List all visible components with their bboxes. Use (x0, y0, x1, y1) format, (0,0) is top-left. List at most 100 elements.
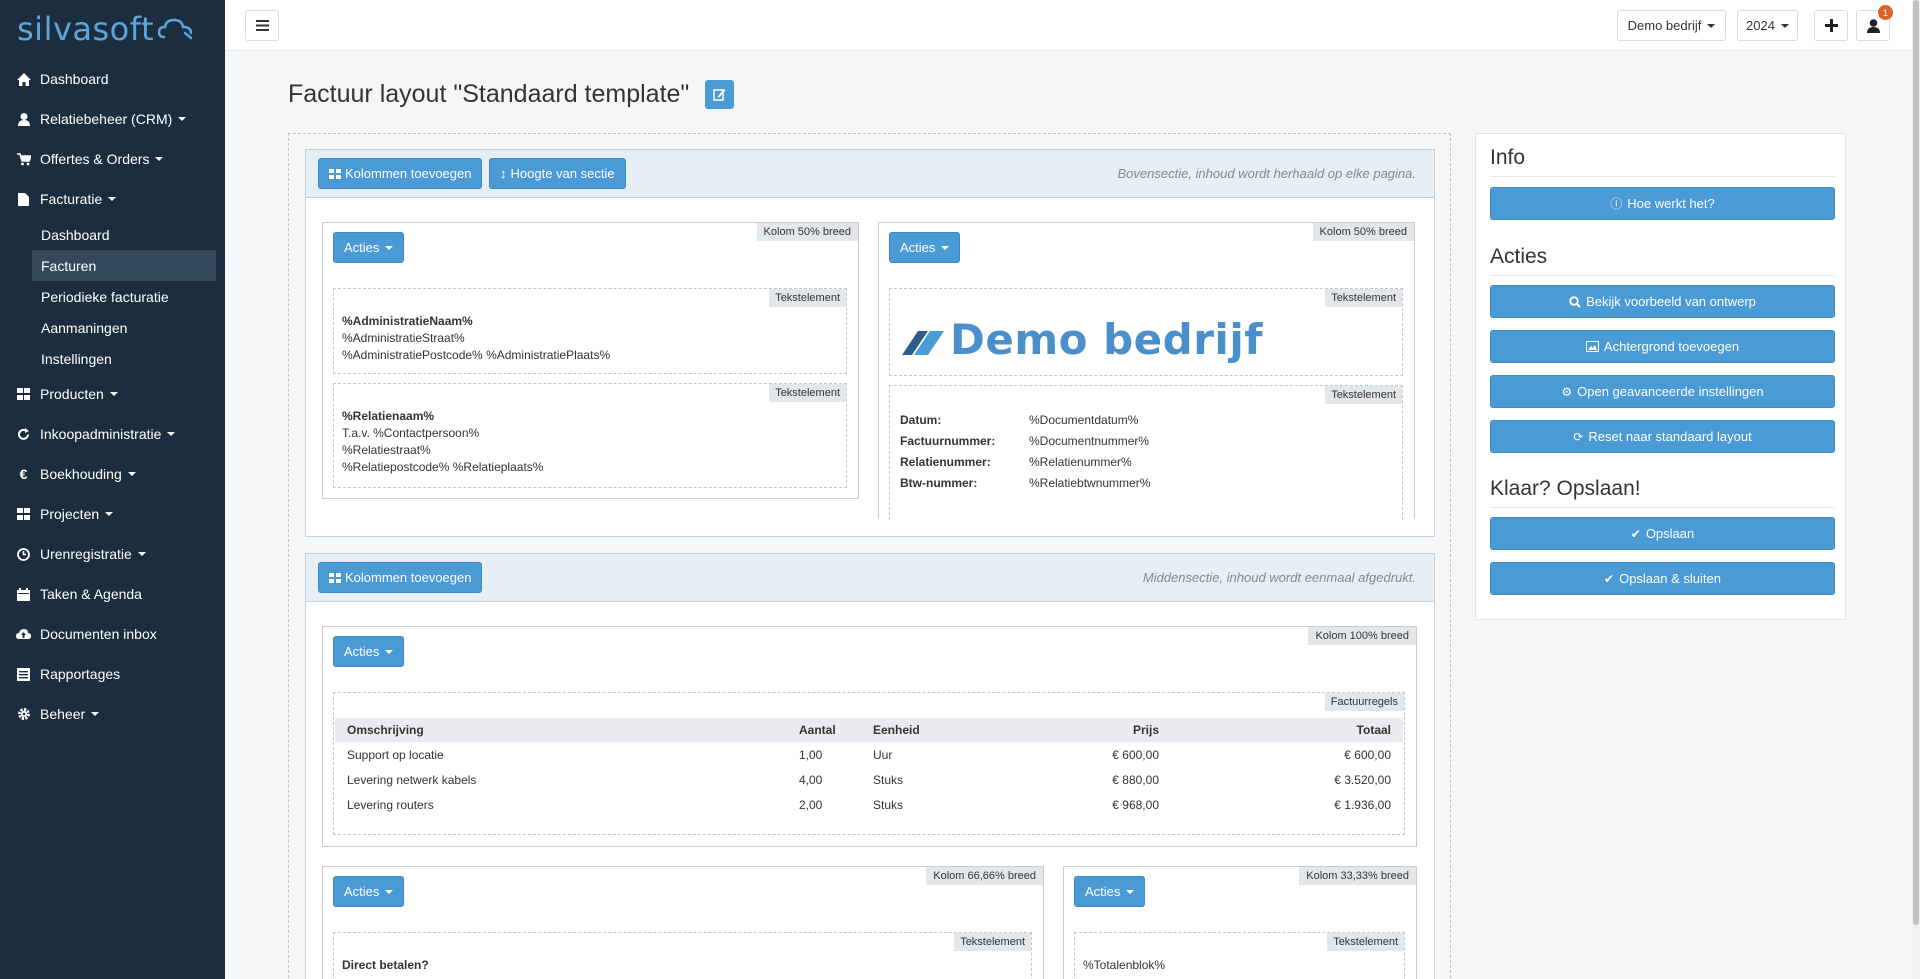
cloud-logo-icon (158, 18, 192, 40)
middle-section-header: Kolommen toevoegen Middensectie, inhoud … (306, 554, 1434, 602)
table-cell: 4,00 (799, 772, 823, 787)
edit-title-button[interactable] (705, 80, 735, 109)
gear-icon: ⚙ (1561, 384, 1573, 399)
sub-facturen[interactable]: Facturen (32, 250, 216, 281)
nav-producten[interactable]: Producten (0, 374, 225, 414)
chevron-down-icon (385, 245, 394, 250)
admin-name: %AdministratieNaam% (342, 314, 473, 328)
chevron-down-icon (1707, 23, 1716, 28)
company-logo: Demo bedrijf (902, 315, 1263, 364)
chevron-down-icon (137, 552, 146, 556)
search-icon (1569, 295, 1581, 308)
chevron-down-icon (105, 512, 114, 516)
nav-label: Relatiebeheer (CRM) (40, 111, 173, 127)
element-type-tag: Tekstelement (1325, 289, 1402, 307)
column-width-tag: Kolom 100% breed (1308, 627, 1416, 645)
col-header: Prijs (991, 718, 1171, 742)
text-element-admin[interactable]: Tekstelement %AdministratieNaam% %Admini… (333, 288, 847, 374)
user-icon (1866, 18, 1880, 33)
company-select[interactable]: Demo bedrijf (1617, 10, 1726, 41)
nav-crm[interactable]: Relatiebeheer (CRM) (0, 99, 225, 139)
home-icon (16, 72, 31, 87)
save-and-close-button[interactable]: ✔ Opslaan & sluiten (1490, 562, 1835, 595)
direct-pay-text: Direct betalen? (342, 958, 429, 972)
sub-periodieke-facturatie[interactable]: Periodieke facturatie (32, 281, 216, 312)
element-type-tag: Tekstelement (769, 289, 846, 307)
logo-element[interactable]: Tekstelement Demo bedrijf (889, 288, 1403, 376)
topbar: Demo bedrijf 2024 1 (225, 0, 1920, 51)
table-header-row: Omschrijving Aantal Eenheid Prijs Totaal (335, 718, 1403, 742)
chevron-down-icon (109, 392, 118, 396)
middle-section-note: Middensectie, inhoud wordt eenmaal afged… (1142, 570, 1416, 585)
add-columns-button[interactable]: Kolommen toevoegen (318, 158, 483, 189)
image-icon (1585, 341, 1599, 352)
actions-dropdown[interactable]: Acties (889, 232, 961, 263)
plus-icon (1824, 19, 1838, 32)
text-element-totals[interactable]: Tekstelement %Totalenblok% (1074, 932, 1405, 979)
table-cell: Uur (873, 747, 893, 762)
cart-icon (16, 152, 31, 167)
silvasoft-logo[interactable]: silvasoft (0, 0, 225, 58)
actions-dropdown[interactable]: Acties (333, 232, 405, 263)
text-element-relation[interactable]: Tekstelement %Relatienaam% T.a.v. %Conta… (333, 383, 847, 488)
relation-postcode-city: %Relatiepostcode% %Relatieplaats% (342, 460, 544, 474)
table-row: Support op locatie 1,00 Uur € 600,00 € 6… (335, 742, 1403, 767)
doc-field-row: Datum: %Documentdatum% (900, 412, 1300, 433)
nav-label: Beheer (40, 706, 86, 722)
chevron-down-icon (108, 197, 117, 201)
nav-offertes[interactable]: Offertes & Orders (0, 139, 225, 179)
sub-dashboard[interactable]: Dashboard (32, 219, 216, 250)
add-columns-button[interactable]: Kolommen toevoegen (318, 562, 483, 593)
nav-urenregistratie[interactable]: Urenregistratie (0, 534, 225, 574)
nav-inkoop[interactable]: Inkoopadministratie (0, 414, 225, 454)
sub-instellingen[interactable]: Instellingen (32, 343, 216, 374)
advanced-settings-button[interactable]: ⚙ Open geavanceerde instellingen (1490, 375, 1835, 408)
preview-design-button[interactable]: Bekijk voorbeeld van ontwerp (1490, 285, 1835, 318)
relation-street: %Relatiestraat% (342, 443, 431, 457)
add-columns-label: Kolommen toevoegen (345, 570, 472, 585)
year-select[interactable]: 2024 (1737, 10, 1798, 41)
column-wide: Kolom 66,66% breed Acties Tekstelement D… (322, 866, 1044, 979)
element-type-tag: Tekstelement (954, 933, 1031, 951)
save-button[interactable]: ✔ Opslaan (1490, 517, 1835, 550)
nav-boekhouding[interactable]: € Boekhouding (0, 454, 225, 494)
actions-dropdown[interactable]: Acties (1074, 876, 1146, 907)
add-button[interactable] (1814, 10, 1848, 41)
nav-dashboard[interactable]: Dashboard (0, 59, 225, 99)
nav-label: Producten (40, 386, 104, 402)
check-icon: ✔ (1604, 571, 1615, 586)
relation-block: %Relatienaam% T.a.v. %Contactpersoon% %R… (342, 408, 543, 476)
table-cell: Levering routers (347, 797, 434, 812)
scrollbar-thumb[interactable] (1913, 0, 1919, 925)
sub-aanmaningen[interactable]: Aanmaningen (32, 312, 216, 343)
invoice-lines-element[interactable]: Factuurregels Omschrijving Aantal Eenhei… (333, 692, 1405, 835)
nav-projecten[interactable]: Projecten (0, 494, 225, 534)
section-height-button[interactable]: ↕ Hoogte van sectie (489, 158, 626, 189)
actions-dropdown[interactable]: Acties (333, 876, 405, 907)
text-element-document-fields[interactable]: Tekstelement Datum: %Documentdatum% Factu… (889, 385, 1403, 520)
how-it-works-button[interactable]: ⓘ Hoe werkt het? (1490, 187, 1835, 220)
doc-field-value: %Relatienummer% (1029, 455, 1132, 469)
nav-rapportages[interactable]: Rapportages (0, 654, 225, 694)
nav-beheer[interactable]: Beheer (0, 694, 225, 734)
actions-dropdown[interactable]: Acties (333, 636, 405, 667)
table-cell: € 3.520,00 (1334, 772, 1391, 787)
column-right: Kolom 50% breed Acties Tekstelement Demo… (878, 222, 1415, 520)
doc-field-row: Btw-nummer: %Relatiebtwnummer% (900, 475, 1300, 496)
page-scrollbar[interactable] (1912, 0, 1920, 979)
company-logo-mark-icon (902, 330, 944, 355)
nav-facturatie[interactable]: Facturatie (0, 179, 225, 219)
add-background-button[interactable]: Achtergrond toevoegen (1490, 330, 1835, 363)
report-icon (16, 667, 31, 682)
nav-taken-agenda[interactable]: Taken & Agenda (0, 574, 225, 614)
nav-label: Projecten (40, 506, 100, 522)
chevron-down-icon (941, 245, 950, 250)
reset-layout-button[interactable]: ⟳ Reset naar standaard layout (1490, 420, 1835, 453)
table-cell: Support op locatie (347, 747, 444, 762)
text-element-direct-pay[interactable]: Tekstelement Direct betalen? (333, 932, 1032, 979)
nav-documenten-inbox[interactable]: Documenten inbox (0, 614, 225, 654)
user-menu-button[interactable]: 1 (1856, 5, 1893, 41)
table-cell: € 880,00 (1112, 772, 1159, 787)
top-section-header: Kolommen toevoegen ↕ Hoogte van sectie B… (306, 150, 1434, 198)
menu-toggle-button[interactable] (245, 10, 279, 41)
